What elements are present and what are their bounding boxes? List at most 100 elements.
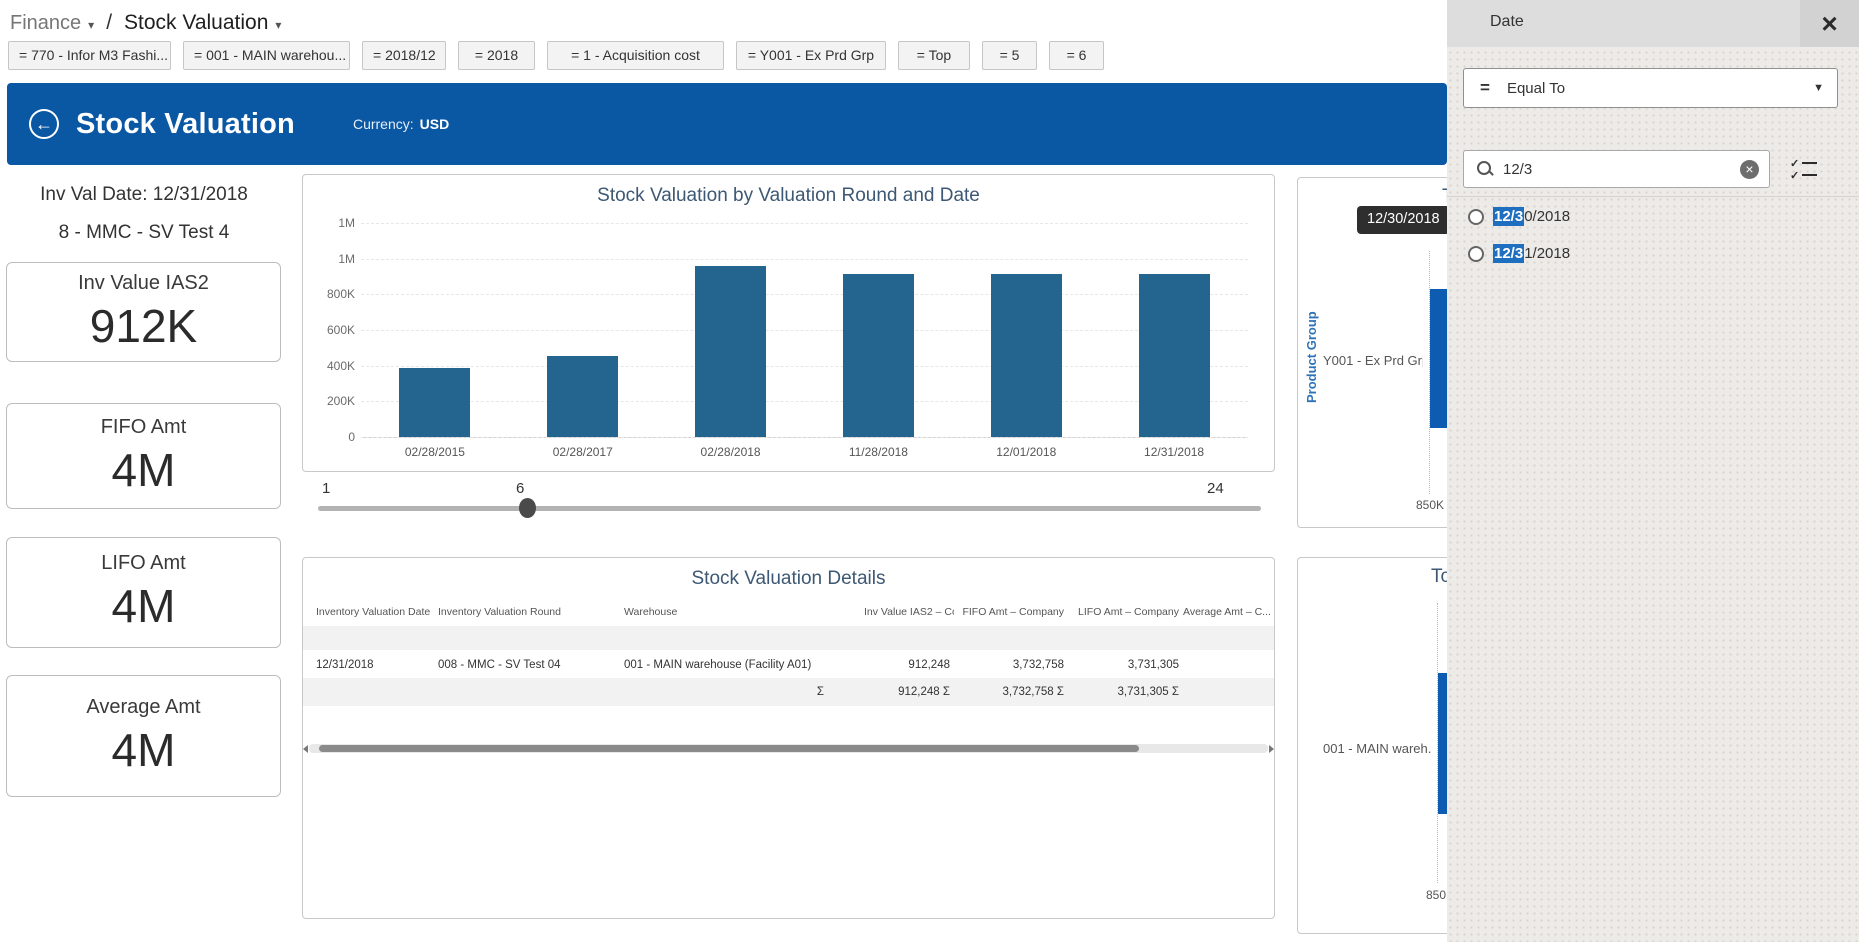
search-input[interactable] xyxy=(1503,161,1703,178)
operator-dropdown[interactable]: = Equal To ▼ xyxy=(1463,68,1838,108)
main-chart-bar[interactable] xyxy=(547,356,618,437)
main-chart-bar[interactable] xyxy=(1139,274,1210,437)
radio-icon[interactable] xyxy=(1468,209,1484,225)
option-label-rest: 1/2018 xyxy=(1524,245,1570,262)
cell-inventory-valuation-round: 008 - MMC - SV Test 04 xyxy=(438,659,624,671)
sigma-icon: Σ xyxy=(624,686,864,698)
search-icon xyxy=(1476,160,1494,178)
y-axis-tick: 1M xyxy=(309,252,355,266)
inv-val-date-label: Inv Val Date: 12/31/2018 xyxy=(0,184,288,206)
details-table-card: Stock Valuation Details Inventory Valuat… xyxy=(302,557,1275,919)
filter-chip-period[interactable]: = 2018/12 xyxy=(362,41,446,70)
date-option-12-31-2018[interactable]: 12/31/2018 xyxy=(1468,245,1570,262)
gridline xyxy=(361,366,1248,367)
column-header[interactable]: Inventory Valuation Round xyxy=(438,606,624,618)
date-option-12-30-2018[interactable]: 12/30/2018 xyxy=(1468,208,1570,225)
filter-chip-5[interactable]: = 5 xyxy=(982,41,1037,70)
filter-chip-year[interactable]: = 2018 xyxy=(458,41,535,70)
slider-thumb[interactable] xyxy=(519,498,536,518)
main-chart-title: Stock Valuation by Valuation Round and D… xyxy=(303,185,1274,207)
slider-track[interactable] xyxy=(318,506,1261,511)
date-filter-panel: Date × = Equal To ▼ × ✓ ✓ 12/30/2018 12/… xyxy=(1447,0,1859,942)
cell-inventory-valuation-date: 12/31/2018 xyxy=(316,659,438,671)
chevron-down-icon: ▼ xyxy=(1813,82,1824,94)
main-chart-bar[interactable] xyxy=(843,274,914,437)
gridline xyxy=(361,330,1248,331)
main-chart-card: Stock Valuation by Valuation Round and D… xyxy=(302,174,1275,472)
radio-icon[interactable] xyxy=(1468,246,1484,262)
gridline xyxy=(361,401,1248,402)
details-table: Inventory Valuation Date Inventory Valua… xyxy=(303,598,1274,706)
column-header[interactable]: Warehouse xyxy=(624,606,864,618)
chevron-down-icon[interactable]: ▾ xyxy=(275,18,281,32)
stock-valuation-dashboard: Finance ▾ / Stock Valuation ▾ = 770 - In… xyxy=(0,0,1859,942)
filter-chip-company[interactable]: = 770 - Infor M3 Fashi... xyxy=(8,41,171,70)
x-axis-label: 12/01/2018 xyxy=(976,445,1076,459)
kpi-card-inv-value-ias2[interactable]: Inv Value IAS2 912K xyxy=(6,262,281,362)
cell-warehouse: 001 - MAIN warehouse (Facility A01) xyxy=(624,659,864,671)
table-totals-row: Σ 912,248 Σ 3,732,758 Σ 3,731,305 Σ xyxy=(303,678,1274,706)
y-axis-tick: 0 xyxy=(309,430,355,444)
close-button[interactable]: × xyxy=(1800,0,1859,47)
breadcrumb-page[interactable]: Stock Valuation xyxy=(124,11,268,35)
breadcrumb-separator: / xyxy=(106,11,112,35)
back-button[interactable]: ← xyxy=(29,109,59,139)
kpi-card-lifo-amt[interactable]: LIFO Amt 4M xyxy=(6,537,281,648)
kpi-label: LIFO Amt xyxy=(101,552,185,575)
kpi-card-average-amt[interactable]: Average Amt 4M xyxy=(6,675,281,797)
scroll-right-icon[interactable] xyxy=(1269,745,1274,753)
chevron-down-icon[interactable]: ▾ xyxy=(88,18,94,32)
main-chart-bar[interactable] xyxy=(695,266,766,437)
option-label: 12/30/2018 xyxy=(1493,208,1570,225)
filter-chip-acquisition-cost[interactable]: = 1 - Acquisition cost xyxy=(547,41,724,70)
operator-value: Equal To xyxy=(1507,80,1565,97)
table-row[interactable]: 12/31/2018 008 - MMC - SV Test 04 001 - … xyxy=(303,652,1274,678)
kpi-card-fifo-amt[interactable]: FIFO Amt 4M xyxy=(6,403,281,509)
table-header-row: Inventory Valuation Date Inventory Valua… xyxy=(303,598,1274,626)
gridline xyxy=(361,223,1248,224)
horizontal-scrollbar[interactable] xyxy=(309,744,1268,753)
category-label: 001 - MAIN wareh... xyxy=(1323,741,1431,756)
divider xyxy=(1447,196,1859,197)
currency-value: USD xyxy=(420,116,450,132)
scrollbar-thumb[interactable] xyxy=(319,745,1139,752)
column-header[interactable]: Inventory Valuation Date xyxy=(316,606,438,618)
date-search-box[interactable]: × xyxy=(1463,150,1770,188)
close-icon: × xyxy=(1821,8,1837,40)
kpi-label: Average Amt xyxy=(86,696,200,719)
filter-chip-6[interactable]: = 6 xyxy=(1049,41,1104,70)
clear-search-icon[interactable]: × xyxy=(1740,160,1759,179)
valuation-round-label: 8 - MMC - SV Test 4 xyxy=(0,222,288,244)
x-axis-label: 11/28/2018 xyxy=(828,445,928,459)
table-stripe-row xyxy=(303,626,1274,652)
currency-label: Currency: xyxy=(353,116,414,132)
total-inv-value: 912,248 Σ xyxy=(864,686,954,698)
gridline xyxy=(361,437,1248,438)
column-header[interactable]: Average Amt – C... xyxy=(1183,606,1275,618)
x-axis-label: 02/28/2017 xyxy=(533,445,633,459)
filter-panel-title: Date xyxy=(1490,13,1524,31)
filter-chip-product-group[interactable]: = Y001 - Ex Prd Grp xyxy=(736,41,886,70)
y-axis-tick: 200K xyxy=(309,394,355,408)
filter-chip-top[interactable]: = Top xyxy=(898,41,970,70)
x-axis-tick: 850K xyxy=(1416,498,1444,512)
slider-current-label: 6 xyxy=(516,480,524,497)
y-axis-tick: 800K xyxy=(309,287,355,301)
kpi-label: Inv Value IAS2 xyxy=(78,272,209,295)
column-header[interactable]: LIFO Amt – Company xyxy=(1068,606,1183,618)
column-header[interactable]: FIFO Amt – Company xyxy=(954,606,1068,618)
back-arrow-icon: ← xyxy=(35,114,53,135)
filter-chip-warehouse[interactable]: = 001 - MAIN warehou... xyxy=(183,41,350,70)
x-axis-label: 12/31/2018 xyxy=(1124,445,1224,459)
main-chart-bar[interactable] xyxy=(399,368,470,437)
total-lifo-amt: 3,731,305 Σ xyxy=(1068,686,1183,698)
total-fifo-amt: 3,732,758 Σ xyxy=(954,686,1068,698)
page-header: ← Stock Valuation Currency: USD xyxy=(7,83,1447,165)
scroll-left-icon[interactable] xyxy=(303,745,308,753)
column-header[interactable]: Inv Value IAS2 – Company xyxy=(864,606,954,618)
breadcrumb-section[interactable]: Finance xyxy=(10,12,81,35)
main-chart-bar[interactable] xyxy=(991,274,1062,437)
y-axis-tick: 400K xyxy=(309,359,355,373)
multiselect-icon[interactable]: ✓ ✓ xyxy=(1790,157,1820,181)
kpi-value: 4M xyxy=(112,723,176,777)
